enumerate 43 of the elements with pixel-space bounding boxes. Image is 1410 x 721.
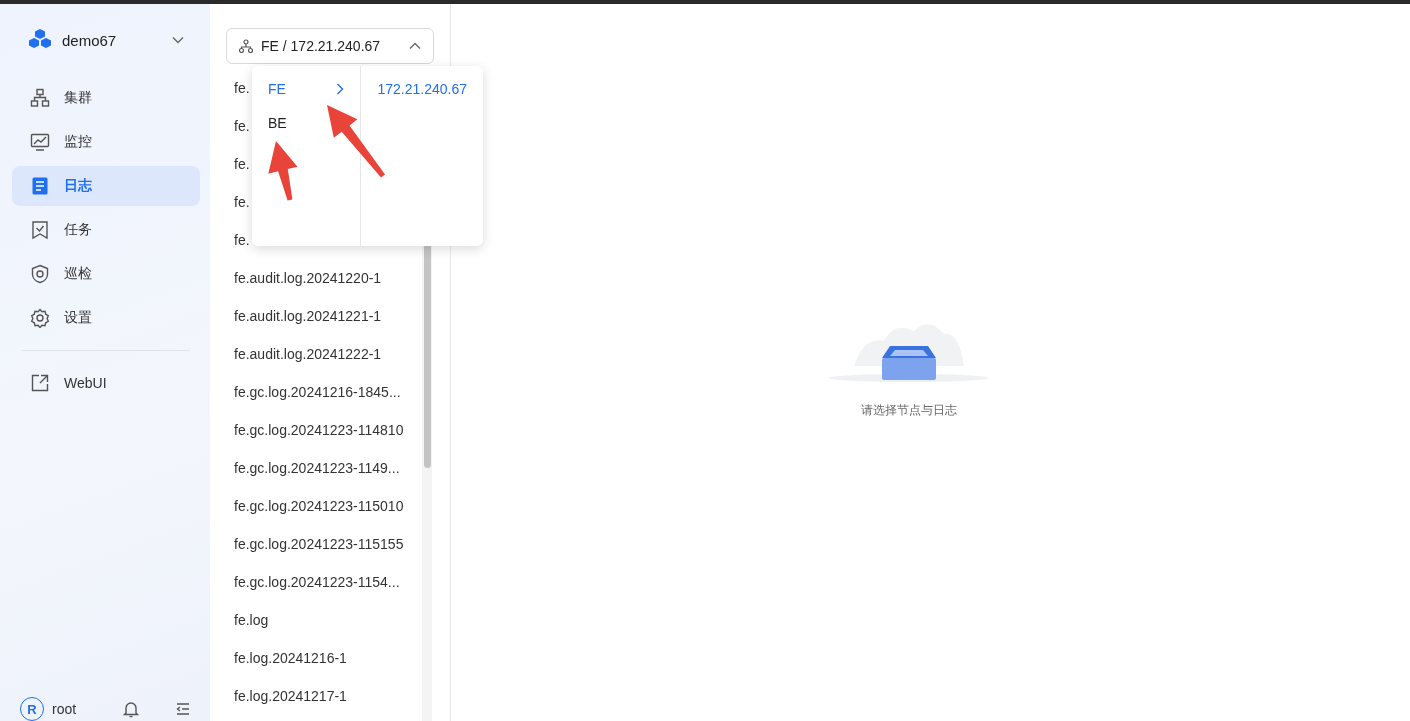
workspace-name[interactable]: demo67 <box>62 31 162 49</box>
external-link-icon <box>30 373 50 393</box>
scrollbar-thumb[interactable] <box>424 244 431 468</box>
log-file-item[interactable]: fe.audit.log.20241221-1 <box>210 297 450 335</box>
log-file-item[interactable]: fe.gc.log.20241216-1845... <box>210 373 450 411</box>
node-select-value: FE / 172.21.240.67 <box>261 38 382 54</box>
node-select[interactable]: FE / 172.21.240.67 <box>226 28 434 64</box>
annotation-arrow <box>268 141 298 201</box>
log-file-item[interactable]: fe.gc.log.20241223-114810 <box>210 411 450 449</box>
shield-icon <box>30 264 50 284</box>
log-file-item[interactable]: fe.log.20241216-1 <box>210 639 450 677</box>
user-name: root <box>52 701 78 717</box>
chevron-down-icon <box>172 36 184 44</box>
nav-item[interactable]: 日志 <box>12 166 200 206</box>
cascader-option[interactable]: BE <box>252 106 361 140</box>
log-file-item[interactable]: fe.gc.log.20241223-1149... <box>210 449 450 487</box>
collapse-menu-icon <box>174 700 192 718</box>
cascader-option[interactable]: FE <box>252 72 361 106</box>
cluster-icon <box>239 39 253 53</box>
cluster-icon <box>30 88 50 108</box>
monitor-chart-icon <box>30 132 50 152</box>
document-icon <box>30 176 50 196</box>
nav-item[interactable]: 任务 <box>12 210 200 250</box>
nav-item[interactable]: 巡检 <box>12 254 200 294</box>
log-file-item[interactable]: fe.log.20241217-1 <box>210 677 450 715</box>
log-file-item[interactable]: fe.log <box>210 601 450 639</box>
log-file-item[interactable]: fe.gc.log.20241223-1154... <box>210 563 450 601</box>
nav-item[interactable]: 监控 <box>12 122 200 162</box>
cascader-option[interactable]: 172.21.240.67 <box>361 72 483 106</box>
settings-icon <box>30 308 50 328</box>
log-file-item[interactable]: fe.gc.log.20241223-115010 <box>210 487 450 525</box>
cubes-logo-icon <box>28 29 52 51</box>
log-file-item[interactable]: fe.audit.log.20241222-1 <box>210 335 450 373</box>
empty-message: 请选择节点与日志 <box>860 402 957 419</box>
chevron-right-icon <box>336 83 345 95</box>
nav-item[interactable]: 集群 <box>12 78 200 118</box>
bookmark-check-icon <box>30 220 50 240</box>
bell-icon <box>122 700 140 718</box>
log-file-item[interactable]: fe.audit.log.20241220-1 <box>210 259 450 297</box>
nav-item[interactable]: 设置 <box>12 298 200 338</box>
webui-link[interactable]: WebUI <box>12 363 200 403</box>
chevron-up-icon <box>409 42 421 50</box>
log-file-item[interactable]: fe.gc.log.20241223-115155 <box>210 525 450 563</box>
